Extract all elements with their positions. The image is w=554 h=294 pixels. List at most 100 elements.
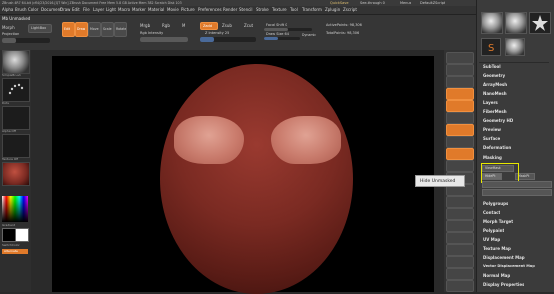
morph-target-section[interactable]: Morph Target: [483, 219, 513, 224]
switchcolor-label[interactable]: SwitchColor: [2, 243, 20, 247]
quicksave-button[interactable]: QuickSave: [330, 1, 349, 5]
menu-macro[interactable]: Macro: [118, 7, 130, 12]
masking-slider[interactable]: [482, 181, 552, 188]
menu-material[interactable]: Material: [148, 7, 164, 12]
z-intensity-slider[interactable]: [200, 37, 256, 42]
move-button[interactable]: Move: [88, 22, 101, 37]
nanomesh-section[interactable]: NanoMesh: [483, 91, 507, 96]
line-fill-button[interactable]: [446, 220, 474, 232]
menu-document[interactable]: Document: [41, 7, 62, 12]
rotate-view-button[interactable]: [446, 208, 474, 220]
arraymesh-section[interactable]: ArrayMesh: [483, 82, 507, 87]
mrgb-toggle[interactable]: Mrgb: [140, 23, 150, 28]
zcut-toggle[interactable]: Zcut: [244, 23, 253, 28]
simplebrush-tile[interactable]: [481, 12, 503, 34]
menu-texture[interactable]: Texture: [272, 7, 287, 12]
menu-zplugin[interactable]: Zplugin: [325, 7, 340, 12]
menu-stroke[interactable]: Stroke: [256, 7, 269, 12]
dynamic-toggle[interactable]: Dynamic: [302, 33, 316, 37]
material-thumbnail[interactable]: [2, 162, 30, 186]
transp-button[interactable]: [446, 244, 474, 256]
menu-movie[interactable]: Movie: [167, 7, 179, 12]
menu-stencil[interactable]: Stencil: [239, 7, 253, 12]
polypaint-section[interactable]: Polypaint: [483, 228, 504, 233]
vector-displacement-map-section[interactable]: Vector Displacement Map: [483, 264, 535, 268]
texture-thumbnail[interactable]: [2, 134, 30, 158]
menu-picture[interactable]: Picture: [181, 7, 195, 12]
menu-edit[interactable]: Edit: [72, 7, 80, 12]
texture-map-section[interactable]: Texture Map: [483, 246, 511, 251]
polygroups-section[interactable]: Polygroups: [483, 201, 508, 206]
menu-draw[interactable]: Draw: [60, 7, 70, 12]
rotate-button[interactable]: Rotate: [114, 22, 127, 37]
lsym-button[interactable]: [446, 160, 474, 172]
default-zscript[interactable]: DefaultZScript: [420, 1, 445, 5]
menu-preferences[interactable]: Preferences: [198, 7, 222, 12]
masking-section[interactable]: Masking: [483, 155, 502, 160]
polyf-button[interactable]: [446, 232, 474, 244]
scale-view-button[interactable]: [446, 196, 474, 208]
menu-alpha[interactable]: Alpha: [2, 7, 13, 12]
layers-section[interactable]: Layers: [483, 100, 498, 105]
alternate-button[interactable]: Alternate: [2, 249, 28, 254]
preview-section[interactable]: Preview: [483, 127, 501, 132]
subtool-section[interactable]: SubTool: [483, 64, 501, 69]
zsub-toggle[interactable]: Zsub: [222, 23, 232, 28]
displacement-map-section[interactable]: Displacement Map: [483, 255, 525, 260]
deformation-section[interactable]: Deformation: [483, 145, 511, 150]
rgb-intensity-slider[interactable]: [140, 37, 188, 42]
edit-button[interactable]: Edit: [62, 22, 75, 37]
scale-button[interactable]: Scale: [101, 22, 114, 37]
menu-transform[interactable]: Transform: [302, 7, 322, 12]
display-properties-section[interactable]: Display Properties: [483, 282, 524, 287]
alpha-thumbnail[interactable]: [2, 106, 30, 130]
scroll-button[interactable]: [446, 76, 474, 88]
ghost-button[interactable]: [446, 256, 474, 268]
menu-render[interactable]: Render: [223, 7, 237, 12]
aahalf-button[interactable]: [446, 112, 474, 124]
color-picker[interactable]: [2, 196, 28, 222]
stroke-thumbnail[interactable]: [2, 78, 30, 102]
draw-size-slider[interactable]: [264, 37, 300, 40]
lightbox-button[interactable]: LightBox: [28, 24, 52, 33]
main-color-swatch[interactable]: [2, 228, 16, 242]
fibermesh-section[interactable]: FiberMesh: [483, 109, 507, 114]
zoom-button[interactable]: [446, 88, 474, 100]
geometry-section[interactable]: Geometry: [483, 73, 505, 78]
floor-button[interactable]: [446, 136, 474, 148]
menu-brush[interactable]: Brush: [15, 7, 27, 12]
contact-section[interactable]: Contact: [483, 210, 500, 215]
m-toggle[interactable]: M: [182, 23, 185, 28]
polymesh3d-tile[interactable]: [529, 12, 551, 34]
zadd-button[interactable]: Zadd: [200, 22, 218, 30]
masking-options[interactable]: [482, 189, 552, 196]
xpose-button[interactable]: [446, 280, 474, 292]
menu-zscript[interactable]: Zscript: [343, 7, 357, 12]
normal-map-section[interactable]: Normal Map: [483, 273, 510, 278]
projection-slider[interactable]: [2, 38, 50, 43]
surface-section[interactable]: Surface: [483, 136, 500, 141]
menus-toggle[interactable]: Menus: [400, 1, 411, 5]
spix-button[interactable]: [446, 64, 474, 76]
sphere3d1-tile[interactable]: [505, 38, 525, 56]
draw-button[interactable]: Draw: [75, 22, 88, 37]
menu-color[interactable]: Color: [28, 7, 38, 12]
sphere3d-tile[interactable]: [505, 12, 527, 34]
local-button[interactable]: [446, 148, 474, 160]
rgb-toggle[interactable]: Rgb: [162, 23, 170, 28]
uv-map-section[interactable]: UV Map: [483, 237, 500, 242]
bpr-button[interactable]: [446, 52, 474, 64]
menu-tool[interactable]: Tool: [290, 7, 298, 12]
menu-light[interactable]: Light: [106, 7, 116, 12]
persp-button[interactable]: [446, 124, 474, 136]
menu-file[interactable]: File: [83, 7, 90, 12]
secondary-color-swatch[interactable]: [15, 228, 29, 242]
sphere3d-alt-tile[interactable]: S: [481, 38, 501, 56]
sphere-model[interactable]: [160, 64, 353, 294]
actual-button[interactable]: [446, 100, 474, 112]
geometry-hd-section[interactable]: Geometry HD: [483, 118, 513, 123]
solo-button[interactable]: [446, 268, 474, 280]
brush-thumbnail[interactable]: [2, 50, 30, 74]
menu-marker[interactable]: Marker: [132, 7, 146, 12]
focal-shift-slider[interactable]: [264, 28, 312, 31]
